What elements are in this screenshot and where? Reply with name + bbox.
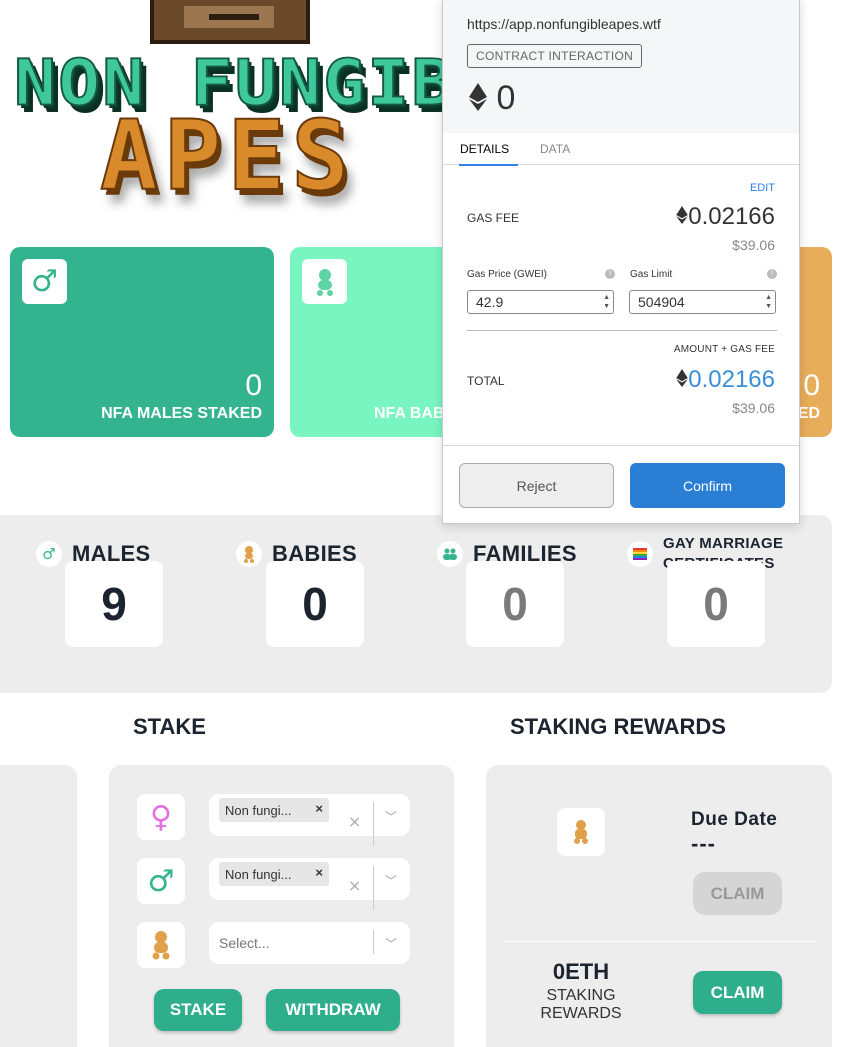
caption-line1: STAKING: [546, 987, 616, 1004]
chip-remove-icon[interactable]: ×: [315, 865, 323, 880]
total-label: TOTAL: [467, 374, 505, 388]
families-count-value: 0: [466, 561, 564, 647]
gas-price-label: Gas Price (GWEI): [467, 269, 548, 280]
clear-icon[interactable]: ×: [348, 812, 361, 831]
wallet-tabs: DETAILS DATA: [443, 133, 799, 166]
gas-price-input[interactable]: 42.9 ▲ ▼: [467, 290, 614, 314]
eth-icon: [469, 83, 487, 111]
partial-stat-value: 0: [803, 369, 820, 402]
due-date-label: Due Date: [691, 809, 778, 830]
transaction-amount: 0: [469, 79, 515, 118]
info-icon[interactable]: i: [767, 269, 777, 279]
males-staked-value: 0: [245, 369, 262, 402]
stake-button[interactable]: STAKE: [154, 989, 242, 1031]
gas-limit-value: 504904: [638, 294, 685, 310]
certificates-title-line1: GAY MARRIAGE: [663, 535, 784, 552]
wallet-popup: https://app.nonfungibleapes.wtf CONTRACT…: [442, 0, 800, 524]
eth-reward-amount: 0ETH: [552, 959, 610, 984]
chip-label: Non fungi...: [225, 867, 292, 882]
males-staked-card: ♂ 0 NFA MALES STAKED: [10, 247, 274, 437]
partial-stat-label: ED: [797, 405, 820, 422]
baby-icon: [557, 808, 605, 856]
claim-button-disabled[interactable]: CLAIM: [693, 872, 782, 915]
staking-rewards-title: STAKING REWARDS: [510, 714, 726, 739]
reject-button[interactable]: Reject: [459, 463, 614, 508]
divider: [502, 941, 816, 942]
eth-icon: [676, 369, 689, 387]
footer-divider: [443, 445, 799, 446]
claim-button[interactable]: CLAIM: [693, 971, 782, 1014]
female-select[interactable]: Non fungi... × × ﹀: [209, 794, 410, 846]
gas-limit-label: Gas Limit: [630, 269, 673, 280]
select-separator: [373, 802, 374, 846]
selected-chip: Non fungi... ×: [219, 798, 329, 822]
male-icon: ♂: [36, 541, 62, 567]
info-icon[interactable]: i: [605, 269, 615, 279]
stake-row-baby: Select... ﹀: [137, 922, 412, 968]
stake-row-male: ♂ Non fungi... × × ﹀: [137, 858, 412, 910]
spinner-icon[interactable]: ▲ ▼: [765, 293, 772, 311]
male-select[interactable]: Non fungi... × × ﹀: [209, 858, 410, 910]
total-eth: 0.02166: [676, 366, 775, 394]
contract-interaction-badge: CONTRACT INTERACTION: [467, 44, 643, 68]
gas-fee-eth-value: 0.02166: [688, 203, 775, 230]
males-count-value: 9: [65, 561, 163, 647]
counts-panel: ♂ MALES 9 BABIES 0 FAMILIES 0 GAY MARRIA…: [0, 515, 832, 693]
edit-link[interactable]: EDIT: [750, 182, 775, 194]
tab-details[interactable]: DETAILS: [458, 142, 519, 166]
rainbow-flag-icon: [627, 541, 653, 567]
chevron-down-icon[interactable]: ﹀: [385, 872, 397, 889]
total-eth-value: 0.02166: [688, 366, 775, 393]
baby-icon: [236, 541, 262, 567]
clear-icon[interactable]: ×: [348, 876, 361, 895]
gas-price-value: 42.9: [476, 294, 504, 310]
selected-chip: Non fungi... ×: [219, 862, 329, 886]
male-icon: ♂: [137, 858, 185, 904]
males-staked-label: NFA MALES STAKED: [101, 405, 262, 422]
babies-staked-label: NFA BAB: [374, 405, 445, 422]
stake-row-female: ♀ Non fungi... × × ﹀: [137, 794, 412, 846]
tab-data[interactable]: DATA: [540, 142, 570, 156]
babies-count-value: 0: [266, 561, 364, 647]
select-separator: [373, 866, 374, 910]
divider: [467, 330, 777, 331]
gas-fee-usd: $39.06: [732, 237, 775, 253]
baby-select[interactable]: Select... ﹀: [209, 922, 410, 964]
amount-value: 0: [496, 79, 516, 117]
gas-limit-input[interactable]: 504904 ▲ ▼: [629, 290, 776, 314]
spinner-icon[interactable]: ▲ ▼: [603, 293, 610, 311]
page: NON FUNGIB APES ♂ 0 NFA MALES STAKED NFA…: [0, 0, 842, 1047]
chip-label: Non fungi...: [225, 803, 292, 818]
rewards-panel: Due Date --- CLAIM 0ETH STAKING REWARDS …: [486, 765, 832, 1047]
origin-url: https://app.nonfungibleapes.wtf: [467, 16, 661, 32]
gas-fee-eth: 0.02166: [676, 203, 775, 231]
ape-pixel-art: [150, 0, 310, 44]
baby-icon: [137, 922, 185, 968]
confirm-button[interactable]: Confirm: [630, 463, 785, 508]
baby-icon: [302, 259, 347, 304]
left-panel-stub: [0, 765, 77, 1047]
stake-panel: ♀ Non fungi... × × ﹀ ♂ Non fungi... × ×: [109, 765, 454, 1047]
chevron-down-icon[interactable]: ﹀: [385, 935, 397, 952]
logo: NON FUNGIB APES: [0, 0, 460, 230]
eth-icon: [676, 206, 689, 224]
withdraw-button[interactable]: WITHDRAW: [266, 989, 400, 1031]
family-icon: [437, 541, 463, 567]
due-date-value: ---: [691, 831, 716, 856]
stake-title: STAKE: [133, 714, 206, 739]
select-placeholder: Select...: [219, 935, 270, 951]
caption-line2: REWARDS: [540, 1005, 622, 1022]
total-usd: $39.06: [732, 400, 775, 416]
eth-reward-caption: STAKING REWARDS: [516, 987, 646, 1023]
logo-text-bottom: APES: [99, 99, 356, 213]
female-icon: ♀: [137, 794, 185, 840]
male-icon: ♂: [22, 259, 67, 304]
select-separator: [373, 930, 374, 954]
certificates-count-value: 0: [667, 561, 765, 647]
chevron-down-icon[interactable]: ﹀: [385, 808, 397, 825]
amount-plus-gas-label: AMOUNT + GAS FEE: [673, 344, 775, 355]
gas-fee-label: GAS FEE: [467, 211, 520, 225]
chip-remove-icon[interactable]: ×: [315, 801, 323, 816]
